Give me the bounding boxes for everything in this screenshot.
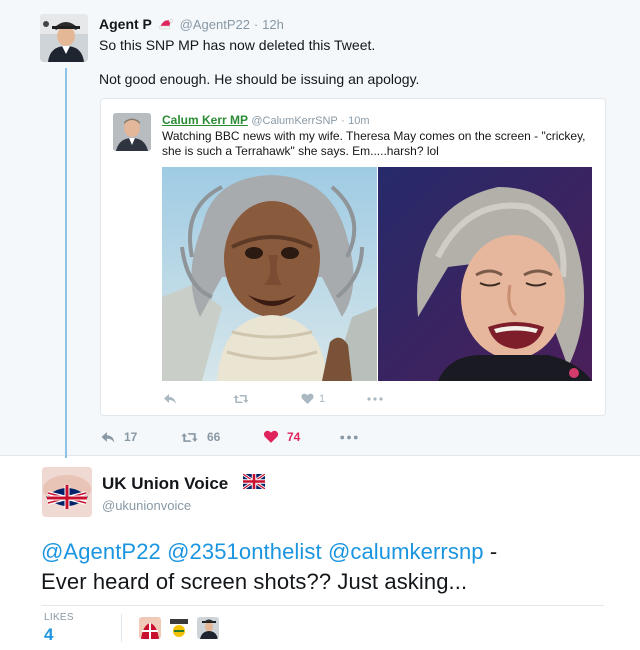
retweet-icon: [233, 395, 249, 403]
tweet-header: Agent P @AgentP22 · 12h: [99, 16, 284, 32]
more-icon: [340, 435, 358, 439]
reply-author-handle[interactable]: @ukunionvoice: [102, 498, 191, 513]
author-name[interactable]: Agent P: [99, 16, 152, 32]
quoted-author-handle[interactable]: @CalumKerrSNP: [251, 115, 337, 127]
mention-2351onthelist[interactable]: @2351onthelist: [167, 539, 322, 564]
calum-kerr-avatar[interactable]: [113, 113, 151, 151]
reply-button[interactable]: 17: [100, 429, 137, 445]
liker-avatar[interactable]: [197, 617, 219, 639]
like-count: 74: [287, 430, 301, 444]
likes-label: LIKES: [44, 612, 74, 623]
stats-separator: [121, 614, 122, 642]
quoted-author-name[interactable]: Calum Kerr MP: [162, 113, 248, 127]
liker-avatar[interactable]: [168, 617, 190, 639]
quoted-like-count: 1: [319, 393, 326, 405]
uk-union-voice-avatar[interactable]: [42, 467, 92, 517]
author-handle[interactable]: @AgentP22: [180, 17, 250, 32]
agent-p-avatar[interactable]: [40, 14, 88, 62]
quoted-reply-button[interactable]: [163, 392, 177, 406]
quoted-tweet-header: Calum Kerr MP @CalumKerrSNP · 10m: [162, 113, 370, 127]
likes-count[interactable]: 4: [44, 625, 53, 645]
quoted-more-button[interactable]: [367, 392, 383, 406]
retweet-count: 66: [207, 430, 221, 444]
mention-agentp22[interactable]: @AgentP22: [41, 539, 161, 564]
retweet-button[interactable]: 66: [180, 429, 220, 445]
reply-author-name[interactable]: UK Union Voice: [102, 474, 228, 494]
quoted-tweet-time[interactable]: 10m: [348, 115, 369, 127]
header-separator: ·: [253, 17, 259, 32]
quoted-photo-woman[interactable]: [378, 167, 592, 381]
thread-line: [65, 68, 67, 458]
more-icon: [367, 397, 383, 401]
liker-avatar[interactable]: [139, 617, 161, 639]
quoted-text-line1: Watching BBC news with my wife. Theresa …: [162, 129, 586, 143]
quoted-header-separator: ·: [341, 115, 345, 127]
tweet-text-line1: So this SNP MP has now deleted this Twee…: [99, 37, 376, 53]
reply-count: 17: [124, 430, 138, 444]
heart-icon: [301, 393, 314, 404]
stats-divider: [41, 605, 604, 606]
reply-text-tail: -: [483, 539, 498, 564]
quoted-retweet-button[interactable]: [233, 392, 249, 406]
reply-text-line1: @AgentP22 @2351onthelist @calumkerrsnp -: [41, 539, 497, 565]
santa-hat-icon: [158, 18, 173, 30]
quoted-text-line2: she is such a Terrahawk" she says. Em...…: [162, 144, 439, 158]
reply-text-line2: Ever heard of screen shots?? Just asking…: [41, 569, 468, 594]
reply-icon: [164, 394, 176, 404]
more-button[interactable]: [340, 429, 358, 445]
quoted-photo-puppet[interactable]: [162, 167, 377, 381]
like-button[interactable]: 74: [263, 429, 300, 445]
heart-icon: [263, 430, 279, 443]
quoted-like-button[interactable]: 1: [301, 392, 325, 406]
mention-calumkerrsnp[interactable]: @calumkerrsnp: [328, 539, 484, 564]
uk-flag-icon: [243, 474, 265, 489]
tweet-text-line2: Not good enough. He should be issuing an…: [99, 71, 420, 87]
reply-icon: [101, 431, 115, 443]
tweet-time[interactable]: 12h: [262, 17, 284, 32]
retweet-icon: [181, 432, 198, 442]
quoted-tweet-card[interactable]: Calum Kerr MP @CalumKerrSNP · 10m Watchi…: [100, 98, 606, 416]
original-tweet-section: Agent P @AgentP22 · 12h So this SNP MP h…: [0, 0, 640, 458]
